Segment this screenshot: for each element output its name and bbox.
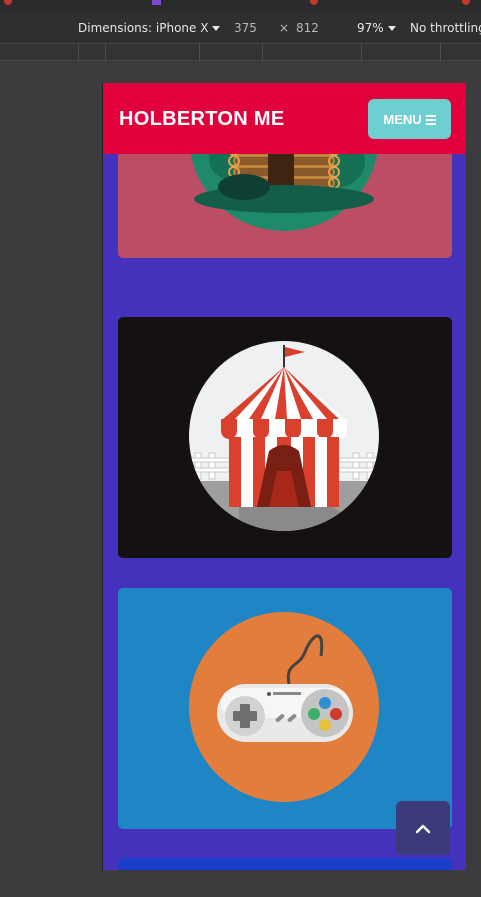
ruler-mark[interactable] [78, 44, 79, 61]
device-select[interactable]: Dimensions: iPhone X [78, 21, 221, 35]
ruler-mark[interactable] [105, 44, 106, 61]
ruler-mark[interactable] [262, 44, 263, 61]
tab-favicon-icon[interactable] [310, 0, 318, 5]
site-header: HOLBERTON ME MENU [103, 83, 466, 154]
site-brand[interactable]: HOLBERTON ME [119, 108, 284, 131]
browser-tab-strip [0, 0, 481, 10]
tab-indicator-icon[interactable] [152, 0, 161, 5]
ruler-mark[interactable] [199, 44, 200, 61]
ruler-mark[interactable] [361, 44, 362, 61]
circus-tent-icon [189, 341, 379, 531]
zoom-select[interactable]: 97% [357, 21, 396, 35]
gamepad-card[interactable] [118, 588, 452, 829]
zoom-select-label: 97% [357, 21, 384, 35]
tab-favicon-icon[interactable] [462, 0, 470, 5]
tab-favicon-icon[interactable] [4, 0, 12, 5]
chevron-down-icon [212, 26, 221, 31]
device-toolbar: Dimensions: iPhone X 375 × 812 97% No th… [0, 10, 481, 44]
device-viewport: HOLBERTON ME MENU [102, 83, 466, 870]
circus-card[interactable] [118, 317, 452, 558]
hamburger-icon [425, 114, 436, 125]
menu-button[interactable]: MENU [368, 99, 451, 139]
menu-button-label: MENU [383, 111, 422, 127]
game-controller-icon [189, 612, 379, 802]
throttling-select[interactable]: No throttling [410, 21, 481, 35]
dimension-separator: × [279, 21, 290, 35]
device-select-label: Dimensions: iPhone X [78, 21, 209, 35]
chevron-down-icon [387, 26, 396, 31]
media-query-ruler [0, 44, 481, 61]
back-to-top-button[interactable] [396, 801, 450, 855]
height-input[interactable]: 812 [296, 21, 319, 35]
partial-card[interactable] [118, 858, 452, 870]
ruler-mark[interactable] [440, 44, 441, 61]
chevron-up-icon [415, 824, 431, 834]
width-input[interactable]: 375 [234, 21, 257, 35]
